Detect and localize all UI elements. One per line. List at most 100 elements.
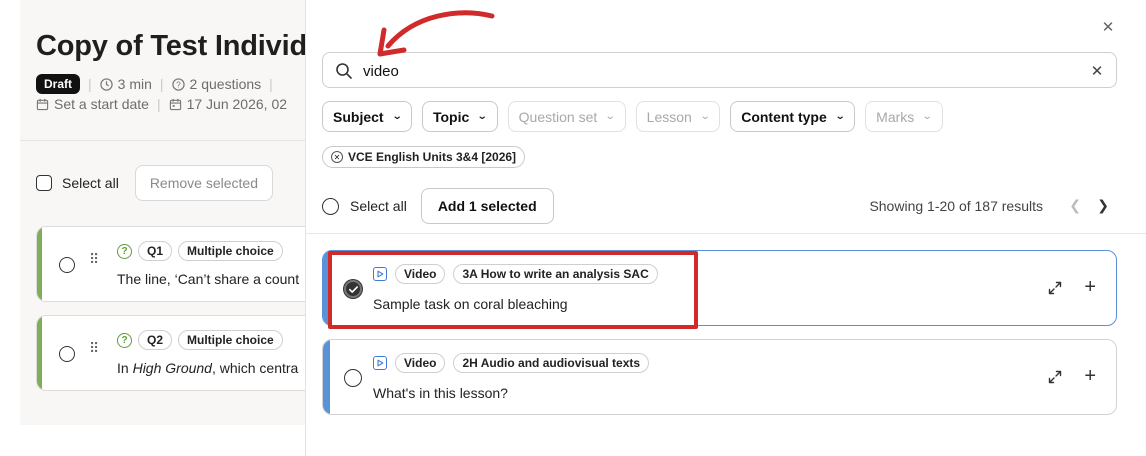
filter-label: Subject [333,108,384,125]
start-date-link[interactable]: Set a start date [36,96,149,112]
question-stripe [37,316,42,390]
close-icon[interactable]: ✕ [1099,18,1117,36]
due-date-text: 17 Jun 2026, 02 [186,96,288,112]
question-stripe [37,227,42,301]
search-input[interactable] [363,59,1063,83]
drag-handle-icon[interactable]: ⠿ [89,252,99,266]
drag-handle-icon[interactable]: ⠿ [89,341,99,355]
start-date-text: Set a start date [54,96,149,112]
calendar-icon [169,98,181,110]
result-checkbox[interactable] [344,280,362,298]
filter-question-set[interactable]: Question set ⌄ [507,101,626,132]
remove-chip-icon[interactable]: ✕ [331,151,343,163]
chevron-down-icon: ⌄ [699,111,711,122]
questions-meta: ? 2 questions [171,76,262,92]
search-bar[interactable]: ✕ [322,52,1117,88]
chip-label: VCE English Units 3&4 [2026] [348,150,517,164]
separator: | [269,76,273,92]
filter-subject[interactable]: Subject ⌄ [322,101,412,132]
meta-row-2: Set a start date | 17 Jun 2026, 02 [36,96,287,112]
result-tags: Video 3A How to write an analysis SAC [373,264,658,284]
question-text-pre: In [117,360,133,376]
question-icon: ? [117,243,132,259]
filter-label: Question set [518,108,598,125]
separator: | [159,76,164,92]
active-filter-chip[interactable]: ✕ VCE English Units 3&4 [2026] [322,146,526,168]
lesson-tag: 3A How to write an analysis SAC [453,264,658,284]
question-text: The line, ‘Can’t share a count [117,271,300,287]
question-type-tag: Multiple choice [178,241,283,261]
page-title: Copy of Test Individ [36,30,307,62]
separator: | [156,96,161,112]
expand-icon[interactable] [1046,279,1064,297]
result-card[interactable]: Video 3A How to write an analysis SAC Sa… [322,250,1117,326]
bg-select-all-checkbox[interactable] [36,175,52,191]
result-tags: Video 2H Audio and audiovisual texts [373,353,650,373]
content-kind-tag: Video [395,264,446,284]
question-icon: ? [117,332,132,348]
result-card[interactable]: Video 2H Audio and audiovisual texts Wha… [322,339,1117,415]
remove-selected-button[interactable]: Remove selected [134,165,273,201]
result-title: Sample task on coral bleaching [373,296,568,312]
filter-content-type[interactable]: Content type ⌄ [730,101,856,132]
duration-text: 3 min [117,76,152,92]
status-badge: Draft [36,74,81,94]
video-icon [373,267,387,281]
question-card-q2[interactable]: ⠿ ? Q2 Multiple choice In High Ground, w… [36,315,310,391]
filter-label: Content type [741,108,827,125]
add-selected-button[interactable]: Add 1 selected [420,188,554,224]
plus-icon[interactable]: + [1084,277,1096,297]
bg-select-row: Select all Remove selected [36,165,273,201]
chevron-left-icon[interactable]: ❮ [1069,197,1081,214]
filter-label: Lesson [646,108,692,125]
lesson-tag: 2H Audio and audiovisual texts [453,353,650,373]
question-checkbox[interactable] [59,346,75,362]
card-stripe [323,251,330,325]
clear-icon[interactable]: ✕ [1088,62,1106,80]
question-text-emphasis: High Ground [132,360,212,376]
plus-icon[interactable]: + [1084,366,1096,386]
question-type-tag: Multiple choice [178,330,283,350]
divider [20,140,310,141]
results-count: Showing 1-20 of 187 results [869,198,1043,214]
chevron-down-icon: ⌄ [922,111,933,122]
select-all-checkbox[interactable] [322,197,339,215]
question-tags: ? Q2 Multiple choice [117,330,283,350]
chevron-down-icon: ⌄ [391,111,403,122]
filter-topic[interactable]: Topic ⌄ [421,101,498,132]
search-icon [336,63,352,79]
svg-text:?: ? [176,79,181,89]
duration-meta: 3 min [99,76,152,92]
clock-icon [99,77,113,91]
chevron-down-icon: ⌄ [477,111,488,122]
due-date-meta[interactable]: 17 Jun 2026, 02 [169,96,287,112]
filter-marks[interactable]: Marks ⌄ [865,101,943,132]
expand-icon[interactable] [1046,368,1064,386]
result-title: What's in this lesson? [373,385,508,401]
result-checkbox[interactable] [344,369,362,387]
card-stripe [323,340,330,414]
check-icon [348,285,358,293]
chevron-down-icon: ⌄ [605,111,616,122]
question-number-tag: Q2 [138,330,173,350]
chevron-down-icon: ⌄ [834,111,846,122]
content-kind-tag: Video [395,353,446,373]
meta-row-1: Draft | 3 min | ? 2 questions | [36,74,273,94]
question-icon: ? [171,77,185,91]
question-number-tag: Q1 [138,241,173,261]
question-card-q1[interactable]: ⠿ ? Q1 Multiple choice The line, ‘Can’t … [36,226,310,302]
question-text: In High Ground, which centra [117,360,298,376]
bg-select-all-label: Select all [62,175,119,191]
divider [305,233,1146,234]
selection-toolbar: Select all Add 1 selected Showing 1-20 o… [322,188,1117,224]
questions-count-text: 2 questions [189,76,262,92]
select-all-label: Select all [350,198,407,214]
question-checkbox[interactable] [59,257,75,273]
filter-lesson[interactable]: Lesson ⌄ [635,101,721,132]
question-text-post: , which centra [211,360,299,376]
separator: | [88,76,92,92]
filter-label: Marks [876,108,915,125]
question-tags: ? Q1 Multiple choice [117,241,283,261]
chevron-right-icon[interactable]: ❯ [1097,197,1109,214]
filter-label: Topic [432,108,470,125]
